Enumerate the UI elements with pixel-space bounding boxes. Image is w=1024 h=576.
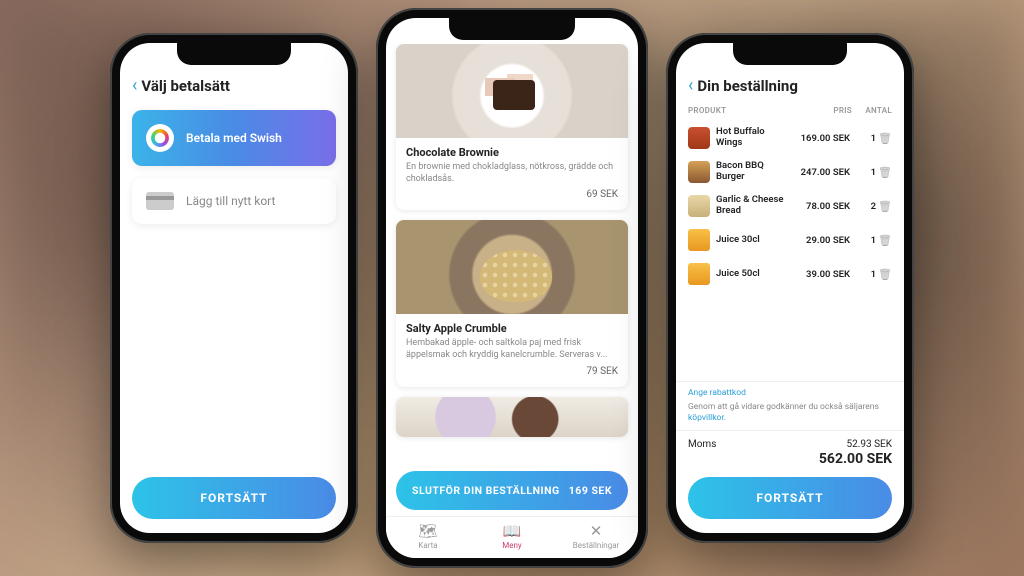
item-name: Juice 30cl (716, 235, 792, 246)
col-price: PRIS (794, 106, 852, 115)
total-value: 562.00 SEK (819, 451, 892, 467)
card-label: Lägg till nytt kort (186, 194, 275, 208)
item-thumb (688, 127, 710, 149)
tab-map[interactable]: 🗺 Karta (386, 522, 470, 550)
totals: Moms 52.93 SEK 562.00 SEK (676, 430, 904, 467)
trash-icon[interactable]: 🗑 (878, 166, 892, 179)
card-icon (146, 192, 174, 210)
menu-item-desc: En brownie med chokladglass, nötkross, g… (406, 162, 618, 185)
item-name: Hot Buffalo Wings (716, 127, 792, 149)
menu-item-brownie[interactable]: Chocolate Brownie En brownie med choklad… (396, 44, 628, 210)
trash-icon[interactable]: 🗑 (878, 234, 892, 247)
discount-link[interactable]: Ange rabattkod (688, 388, 892, 398)
map-icon: 🗺 (386, 522, 470, 540)
menu-icon: 📖 (470, 522, 554, 540)
tab-orders[interactable]: ✕ Beställningar (554, 522, 638, 550)
vat-label: Moms (688, 439, 716, 450)
checkout-label: SLUTFÖR DIN BESTÄLLNING (412, 484, 560, 497)
pay-option-swish[interactable]: Betala med Swish (132, 110, 336, 166)
phone-order: ‹ Din beställning PRODUKT PRIS ANTAL Hot… (666, 33, 914, 543)
item-qty: 1 (850, 133, 876, 144)
menu-item-crumble[interactable]: Salty Apple Crumble Hembakad äpple- och … (396, 220, 628, 386)
terms-text: Genom att gå vidare godkänner du också s… (688, 402, 892, 424)
continue-button[interactable]: FORTSÄTT (132, 477, 336, 519)
menu-image (396, 397, 628, 437)
swish-label: Betala med Swish (186, 131, 282, 145)
order-row: Garlic & Cheese Bread78.00 SEK2🗑 (688, 189, 892, 223)
checkout-button[interactable]: SLUTFÖR DIN BESTÄLLNING 169 SEK (396, 471, 628, 510)
trash-icon[interactable]: 🗑 (878, 268, 892, 281)
item-qty: 1 (850, 269, 876, 280)
checkout-price: 169 SEK (569, 484, 612, 497)
menu-image (396, 44, 628, 138)
item-thumb (688, 161, 710, 183)
tab-menu[interactable]: 📖 Meny (470, 522, 554, 550)
item-name: Garlic & Cheese Bread (716, 195, 792, 217)
item-price: 169.00 SEK (792, 133, 850, 144)
col-product: PRODUKT (688, 106, 794, 115)
back-chevron-icon[interactable]: ‹ (132, 75, 137, 96)
notch (177, 43, 291, 65)
item-price: 78.00 SEK (792, 201, 850, 212)
terms-link[interactable]: köpvillkor (688, 413, 724, 423)
order-row: Bacon BBQ Burger247.00 SEK1🗑 (688, 155, 892, 189)
order-items: Hot Buffalo Wings169.00 SEK1🗑Bacon BBQ B… (676, 121, 904, 291)
orders-icon: ✕ (554, 522, 638, 540)
item-qty: 1 (850, 235, 876, 246)
header: ‹ Välj betalsätt (120, 69, 348, 104)
swish-icon (146, 124, 174, 152)
menu-item-partial[interactable] (396, 397, 628, 437)
order-row: Juice 30cl29.00 SEK1🗑 (688, 223, 892, 257)
item-thumb (688, 263, 710, 285)
col-qty: ANTAL (852, 106, 892, 115)
page-title: Välj betalsätt (141, 77, 230, 95)
item-price: 29.00 SEK (792, 235, 850, 246)
continue-button[interactable]: FORTSÄTT (688, 477, 892, 519)
vat-value: 52.93 SEK (847, 439, 893, 450)
menu-item-title: Salty Apple Crumble (406, 322, 618, 335)
item-qty: 2 (850, 201, 876, 212)
notch (733, 43, 847, 65)
order-footer: Ange rabattkod Genom att gå vidare godkä… (676, 381, 904, 424)
trash-icon[interactable]: 🗑 (878, 132, 892, 145)
item-price: 39.00 SEK (792, 269, 850, 280)
menu-list: Chocolate Brownie En brownie med choklad… (386, 44, 638, 471)
menu-item-title: Chocolate Brownie (406, 146, 618, 159)
trash-icon[interactable]: 🗑 (878, 200, 892, 213)
order-row: Hot Buffalo Wings169.00 SEK1🗑 (688, 121, 892, 155)
pay-option-add-card[interactable]: Lägg till nytt kort (132, 178, 336, 224)
item-name: Juice 50cl (716, 269, 792, 280)
menu-item-desc: Hembakad äpple- och saltkola paj med fri… (406, 338, 618, 361)
item-name: Bacon BBQ Burger (716, 161, 792, 183)
item-thumb (688, 195, 710, 217)
phone-payment: ‹ Välj betalsätt Betala med Swish Lägg t… (110, 33, 358, 543)
header: ‹ Din beställning (676, 69, 904, 104)
notch (449, 18, 575, 40)
menu-image (396, 220, 628, 314)
phone-menu: Chocolate Brownie En brownie med choklad… (376, 8, 648, 568)
back-chevron-icon[interactable]: ‹ (688, 75, 693, 96)
menu-item-price: 69 SEK (406, 189, 618, 200)
order-columns: PRODUKT PRIS ANTAL (676, 104, 904, 121)
item-thumb (688, 229, 710, 251)
item-qty: 1 (850, 167, 876, 178)
page-title: Din beställning (697, 77, 798, 95)
order-row: Juice 50cl39.00 SEK1🗑 (688, 257, 892, 291)
tab-bar: 🗺 Karta 📖 Meny ✕ Beställningar (386, 516, 638, 558)
item-price: 247.00 SEK (792, 167, 850, 178)
menu-item-price: 79 SEK (406, 366, 618, 377)
